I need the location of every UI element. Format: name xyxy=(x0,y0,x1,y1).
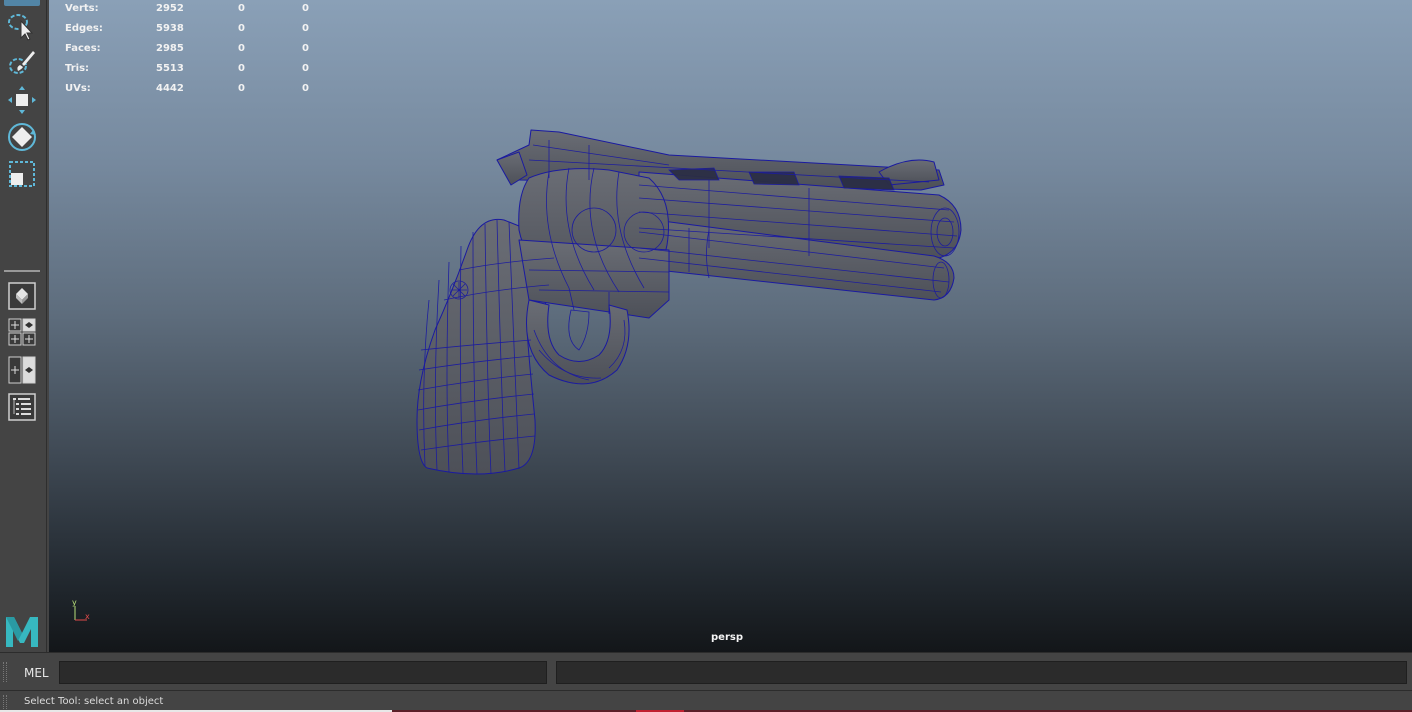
toolbox xyxy=(0,0,47,652)
axis-gizmo: y x xyxy=(72,598,90,621)
two-view-layout-button[interactable] xyxy=(8,356,36,388)
rotate-tool-button[interactable] xyxy=(6,121,38,153)
outliner-layout-button[interactable] xyxy=(8,393,36,425)
rotate-icon xyxy=(8,123,36,151)
two-view-layout-icon xyxy=(8,356,36,384)
move-arrows-icon xyxy=(8,86,36,114)
outliner-layout-icon xyxy=(8,393,36,421)
axis-x-label: x xyxy=(85,612,90,621)
paint-brush-icon xyxy=(9,51,35,74)
camera-label: persp xyxy=(711,632,743,643)
help-line-text: Select Tool: select an object xyxy=(24,696,164,707)
axis-y-label: y xyxy=(72,598,77,607)
lasso-tool-button[interactable] xyxy=(6,10,38,42)
trigger-guard-mesh xyxy=(526,299,630,385)
script-language-toggle[interactable]: MEL xyxy=(24,666,49,680)
maya-logo xyxy=(4,613,40,649)
paint-select-tool-button[interactable] xyxy=(6,47,38,79)
move-tool-button[interactable] xyxy=(6,84,38,116)
four-view-layout-icon xyxy=(8,318,36,346)
help-line: Select Tool: select an object xyxy=(0,690,1412,712)
viewport-panel[interactable]: Verts: 2952 0 0 Edges: 5938 0 0 Faces: 2… xyxy=(49,0,1412,652)
revolver-model[interactable] xyxy=(49,0,1412,652)
tool-box-top-highlight xyxy=(4,0,40,6)
command-line-bar: MEL xyxy=(0,652,1412,690)
scale-tool-button[interactable] xyxy=(6,158,38,190)
command-input[interactable] xyxy=(59,661,547,684)
command-result-field xyxy=(556,661,1407,684)
single-view-layout-icon xyxy=(8,282,36,310)
scale-icon xyxy=(9,161,35,187)
drag-handle[interactable] xyxy=(3,662,7,682)
drag-handle[interactable] xyxy=(3,695,7,709)
four-view-layout-button[interactable] xyxy=(8,318,36,350)
lasso-icon xyxy=(8,14,34,41)
toolbox-separator xyxy=(4,270,40,272)
single-perspective-layout-button[interactable] xyxy=(8,282,36,314)
